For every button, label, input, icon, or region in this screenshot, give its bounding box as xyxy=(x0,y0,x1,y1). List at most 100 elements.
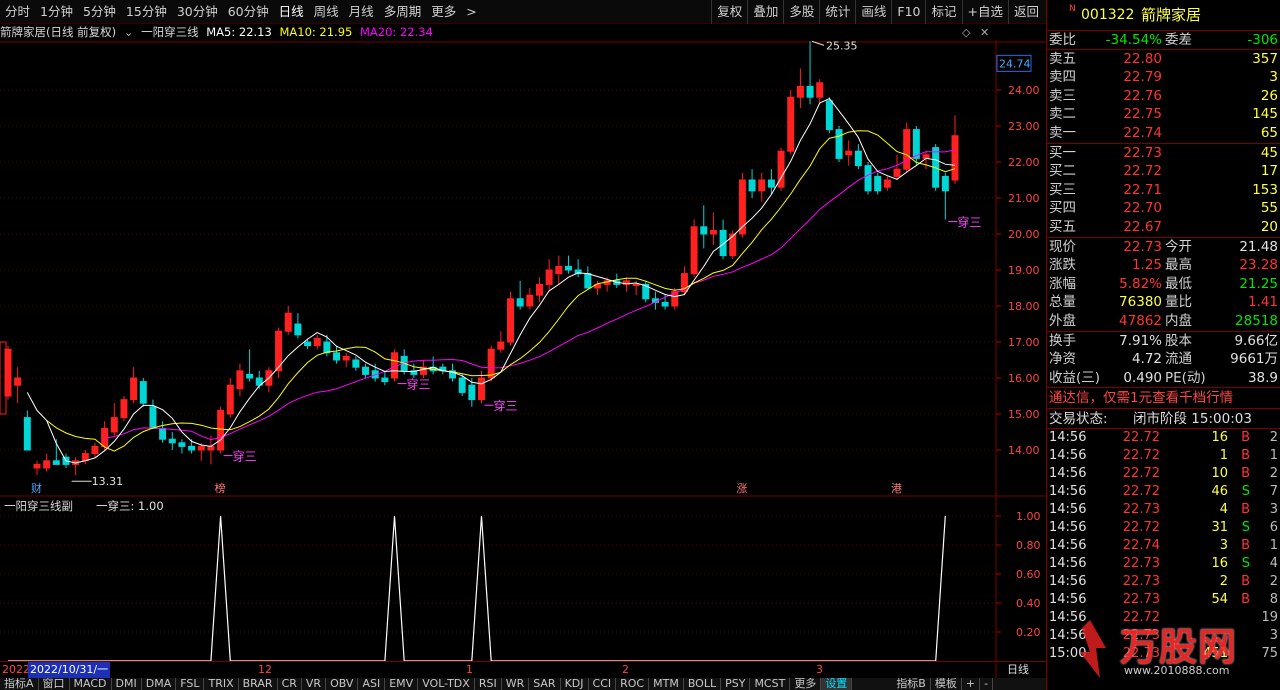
toolbar-button[interactable]: 复权 xyxy=(711,0,747,24)
candle-body[interactable] xyxy=(304,341,312,347)
candle-body[interactable] xyxy=(893,168,901,177)
candle-body[interactable] xyxy=(516,298,524,307)
candle-body[interactable] xyxy=(555,265,563,275)
indicator-tab[interactable]: WR xyxy=(502,678,530,690)
indicator-tab[interactable]: CR xyxy=(278,678,302,690)
period-tab[interactable]: 日线 xyxy=(274,0,309,24)
period-tab[interactable]: 多周期 xyxy=(379,0,427,24)
indicator-tab[interactable]: KDJ xyxy=(561,678,589,690)
toolbar-button[interactable]: F10 xyxy=(891,0,925,24)
indicator-tab[interactable]: ROC xyxy=(616,678,650,690)
candle-body[interactable] xyxy=(362,366,370,375)
candle-body[interactable] xyxy=(738,179,746,235)
indicator-tab[interactable]: MACD xyxy=(70,678,112,690)
indicator-tab[interactable]: FSL xyxy=(176,678,205,690)
indicator-tab[interactable]: CCI xyxy=(589,678,617,690)
candle-body[interactable] xyxy=(381,377,389,383)
candle-body[interactable] xyxy=(545,269,553,285)
candle-body[interactable] xyxy=(197,445,205,451)
indicator-tab[interactable]: 设置 xyxy=(821,678,853,690)
candle-body[interactable] xyxy=(535,283,543,296)
candle-body[interactable] xyxy=(139,381,147,404)
candle-body[interactable] xyxy=(835,129,843,159)
indicator-tab[interactable]: BRAR xyxy=(239,678,278,690)
period-tab[interactable]: 1分钟 xyxy=(35,0,78,24)
candle-body[interactable] xyxy=(159,427,167,440)
candle-body[interactable] xyxy=(352,359,360,368)
candle-body[interactable] xyxy=(661,301,669,307)
indicator-tab[interactable]: SAR xyxy=(529,678,561,690)
candle-body[interactable] xyxy=(14,377,22,386)
close-icon[interactable]: ✕ xyxy=(980,26,989,39)
candle-body[interactable] xyxy=(333,352,341,361)
candle-body[interactable] xyxy=(825,100,833,131)
candle-body[interactable] xyxy=(284,312,292,332)
candle-body[interactable] xyxy=(91,445,99,455)
candle-body[interactable] xyxy=(313,337,321,347)
candle-body[interactable] xyxy=(323,341,331,354)
indicator-tab[interactable]: 指标A xyxy=(0,678,39,690)
period-tab[interactable]: 5分钟 xyxy=(78,0,121,24)
promo-banner[interactable]: 通达信，仅需1元查看千档行情 xyxy=(1047,387,1280,408)
diamond-icon[interactable]: ◇ xyxy=(962,26,970,39)
candle-body[interactable] xyxy=(709,229,717,235)
period-label[interactable]: 日线 xyxy=(1007,662,1029,678)
candle-body[interactable] xyxy=(584,273,592,289)
period-tab[interactable]: 60分钟 xyxy=(223,0,274,24)
candle-body[interactable] xyxy=(758,179,766,192)
tick-list[interactable]: 14:56 22.72 16 B 2 14:56 22.72 1 B 1 14:56… xyxy=(1047,428,1280,663)
candle-body[interactable] xyxy=(864,165,872,192)
event-marker[interactable]: 港 xyxy=(891,482,902,495)
candle-body[interactable] xyxy=(120,399,128,419)
candle-body[interactable] xyxy=(207,445,215,451)
candle-body[interactable] xyxy=(748,179,756,192)
indicator-tab[interactable]: PSY xyxy=(721,678,751,690)
indicator-tab[interactable]: VOL-TDX xyxy=(418,678,475,690)
indicator-tab[interactable]: - xyxy=(980,678,994,690)
candle-body[interactable] xyxy=(468,384,476,401)
candle-body[interactable] xyxy=(506,298,514,343)
candle-body[interactable] xyxy=(632,283,640,286)
toolbar-button[interactable]: 标记 xyxy=(925,0,961,24)
candle-body[interactable] xyxy=(854,150,862,167)
candle-body[interactable] xyxy=(526,294,534,307)
period-tab[interactable]: 月线 xyxy=(344,0,379,24)
indicator-tab[interactable]: DMI xyxy=(112,678,142,690)
candle-body[interactable] xyxy=(497,341,505,350)
indicator-tab[interactable]: DMA xyxy=(142,678,177,690)
candle-body[interactable] xyxy=(52,460,60,465)
indicator-tab[interactable]: VR xyxy=(302,678,327,690)
candle-body[interactable] xyxy=(487,348,495,379)
indicator-tab[interactable]: 窗口 xyxy=(39,678,70,690)
candle-body[interactable] xyxy=(787,96,795,152)
candle-body[interactable] xyxy=(690,226,698,275)
candle-body[interactable] xyxy=(178,442,186,447)
candle-body[interactable] xyxy=(246,373,254,379)
indicator-tab[interactable]: MCST xyxy=(750,678,791,690)
indicator-tab[interactable]: MTM xyxy=(649,678,684,690)
event-marker[interactable]: 财 xyxy=(31,481,42,495)
indicator-tab[interactable]: EMV xyxy=(385,678,419,690)
candle-body[interactable] xyxy=(796,85,804,98)
candle-body[interactable] xyxy=(168,438,176,444)
candle-body[interactable] xyxy=(149,406,157,429)
candle-body[interactable] xyxy=(478,377,485,401)
candle-body[interactable] xyxy=(23,417,31,451)
event-marker[interactable]: 涨 xyxy=(736,482,747,495)
indicator-tab[interactable]: 模板 xyxy=(931,678,962,690)
indicator-name[interactable]: 一阳穿三线 xyxy=(141,25,199,39)
candle-body[interactable] xyxy=(700,226,708,235)
indicator-tab[interactable]: BOLL xyxy=(684,678,722,690)
candle-body[interactable] xyxy=(43,460,51,469)
indicator-tab[interactable]: OBV xyxy=(326,678,359,690)
candle-body[interactable] xyxy=(816,82,824,98)
indicator-tab[interactable]: TRIX xyxy=(204,678,239,690)
candle-body[interactable] xyxy=(845,150,853,156)
candle-body[interactable] xyxy=(188,445,196,451)
period-tab[interactable]: 分时 xyxy=(0,0,35,24)
candle-body[interactable] xyxy=(767,179,775,188)
candle-body[interactable] xyxy=(130,377,138,401)
toolbar-button[interactable]: 画线 xyxy=(855,0,891,24)
candle-body[interactable] xyxy=(806,85,814,98)
indicator-tab[interactable]: ASI xyxy=(358,678,386,690)
